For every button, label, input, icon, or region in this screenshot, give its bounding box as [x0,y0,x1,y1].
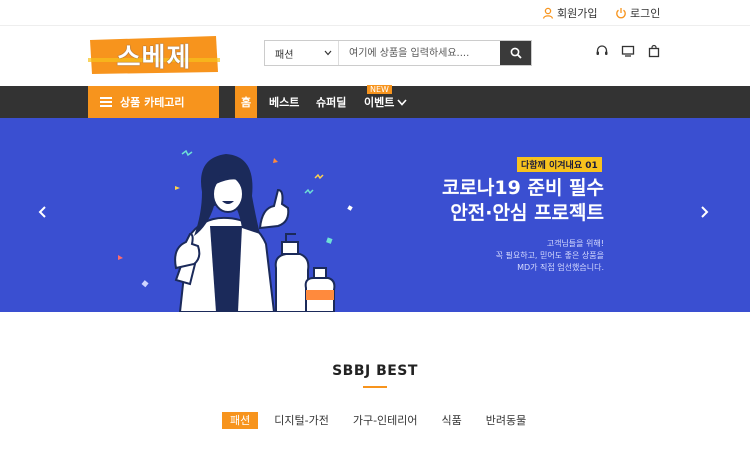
banner-sub-line1: 고객님들을 위해! [546,239,604,248]
hamburger-icon [100,97,112,107]
login-link[interactable]: 로그인 [615,5,660,21]
chevron-left-icon [38,206,46,218]
new-badge: NEW [367,85,392,94]
category-menu-label: 상품 카테고리 [120,96,185,109]
nav-home-label: 홈 [241,96,252,109]
cart-icon[interactable] [647,44,661,58]
nav-home[interactable]: 홈 [235,86,258,118]
banner-title-line2: 안전·안심 프로젝트 [450,202,604,224]
headset-icon[interactable] [595,44,609,58]
main-nav: 상품 카테고리 홈 베스트 슈퍼딜 이벤트 NEW [0,85,750,118]
best-title-underline [363,386,387,388]
search-input[interactable] [339,41,500,65]
banner-title[interactable]: 코로나19 준비 필수 안전·안심 프로젝트 [442,176,604,226]
nav-best[interactable]: 베스트 [269,86,299,118]
search-category-value: 패션 [275,49,294,61]
nav-superdeal[interactable]: 슈퍼딜 [316,86,346,118]
signup-link[interactable]: 회원가입 [542,5,597,21]
header: 스베제 패션 [0,26,750,86]
best-category-tabs: 패션 디지털-가전 가구-인테리어 식품 반려동물 [222,412,542,429]
nav-event-label: 이벤트 [364,96,395,109]
chevron-down-icon [324,50,332,56]
tab-food[interactable]: 식품 [434,412,470,429]
tab-pets[interactable]: 반려동물 [478,412,534,429]
banner-subtitle: 고객님들을 위해! 꼭 필요하고, 믿어도 좋은 상품을 MD가 직접 엄선했습… [496,238,604,274]
hero-banner: 다함께 이겨내요 01 코로나19 준비 필수 안전·안심 프로젝트 고객님들을… [0,118,750,312]
search-icon [510,47,522,59]
banner-sub-line2: 꼭 필요하고, 믿어도 좋은 상품을 [495,251,604,260]
category-menu-button[interactable]: 상품 카테고리 [88,86,219,118]
signup-label: 회원가입 [557,7,598,20]
banner-prev-arrow[interactable] [38,206,46,222]
banner-next-arrow[interactable] [701,206,709,222]
banner-illustration [118,149,353,312]
login-label: 로그인 [630,7,661,20]
logo-text: 스베제 [116,42,192,73]
power-icon [616,8,626,19]
tab-fashion[interactable]: 패션 [222,412,259,429]
banner-title-line1: 코로나19 준비 필수 [441,177,604,199]
user-icon [542,7,554,19]
search-category-select[interactable]: 패션 [265,41,339,65]
search-button[interactable] [500,41,531,65]
nav-superdeal-label: 슈퍼딜 [316,96,347,109]
chevron-down-icon [397,98,407,106]
site-logo[interactable]: 스베제 [88,34,220,76]
search-bar: 패션 [264,40,532,66]
monitor-icon[interactable] [621,44,635,58]
banner-sub-line3: MD가 직접 엄선했습니다. [517,263,604,272]
utility-bar: 회원가입 로그인 [0,0,750,26]
best-section-title: SBBJ BEST [332,363,418,379]
banner-tag: 다함께 이겨내요 01 [517,157,602,172]
chevron-right-icon [701,206,709,218]
tab-digital[interactable]: 디지털-가전 [266,412,337,429]
nav-best-label: 베스트 [269,96,300,109]
tab-furniture[interactable]: 가구-인테리어 [345,412,426,429]
